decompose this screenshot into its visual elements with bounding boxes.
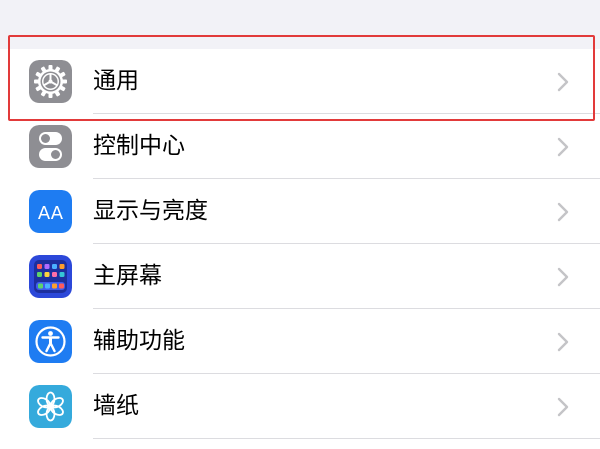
accessibility-icon <box>29 320 72 363</box>
row-separator <box>93 438 600 439</box>
wallpaper-flower-icon <box>29 385 72 428</box>
toggles-icon <box>29 125 72 168</box>
row-label: 主屏幕 <box>93 263 162 289</box>
home-screen-icon <box>29 255 72 298</box>
chevron-right-icon <box>556 267 570 287</box>
chevron-right-icon <box>556 202 570 222</box>
highlight-box <box>8 35 595 121</box>
settings-row-display-brightness[interactable]: AA 显示与亮度 <box>0 179 600 244</box>
settings-row-wallpaper[interactable]: 墙纸 <box>0 374 600 439</box>
chevron-right-icon <box>556 332 570 352</box>
row-label: 辅助功能 <box>93 328 185 354</box>
settings-row-accessibility[interactable]: 辅助功能 <box>0 309 600 374</box>
text-size-icon: AA <box>29 190 72 233</box>
row-label: 墙纸 <box>93 393 139 419</box>
settings-row-control-center[interactable]: 控制中心 <box>0 114 600 179</box>
chevron-right-icon <box>556 137 570 157</box>
text-size-icon-glyph: AA <box>38 203 64 224</box>
row-label: 显示与亮度 <box>93 198 208 224</box>
chevron-right-icon <box>556 397 570 417</box>
settings-row-home-screen[interactable]: 主屏幕 <box>0 244 600 309</box>
row-label: 控制中心 <box>93 133 185 159</box>
